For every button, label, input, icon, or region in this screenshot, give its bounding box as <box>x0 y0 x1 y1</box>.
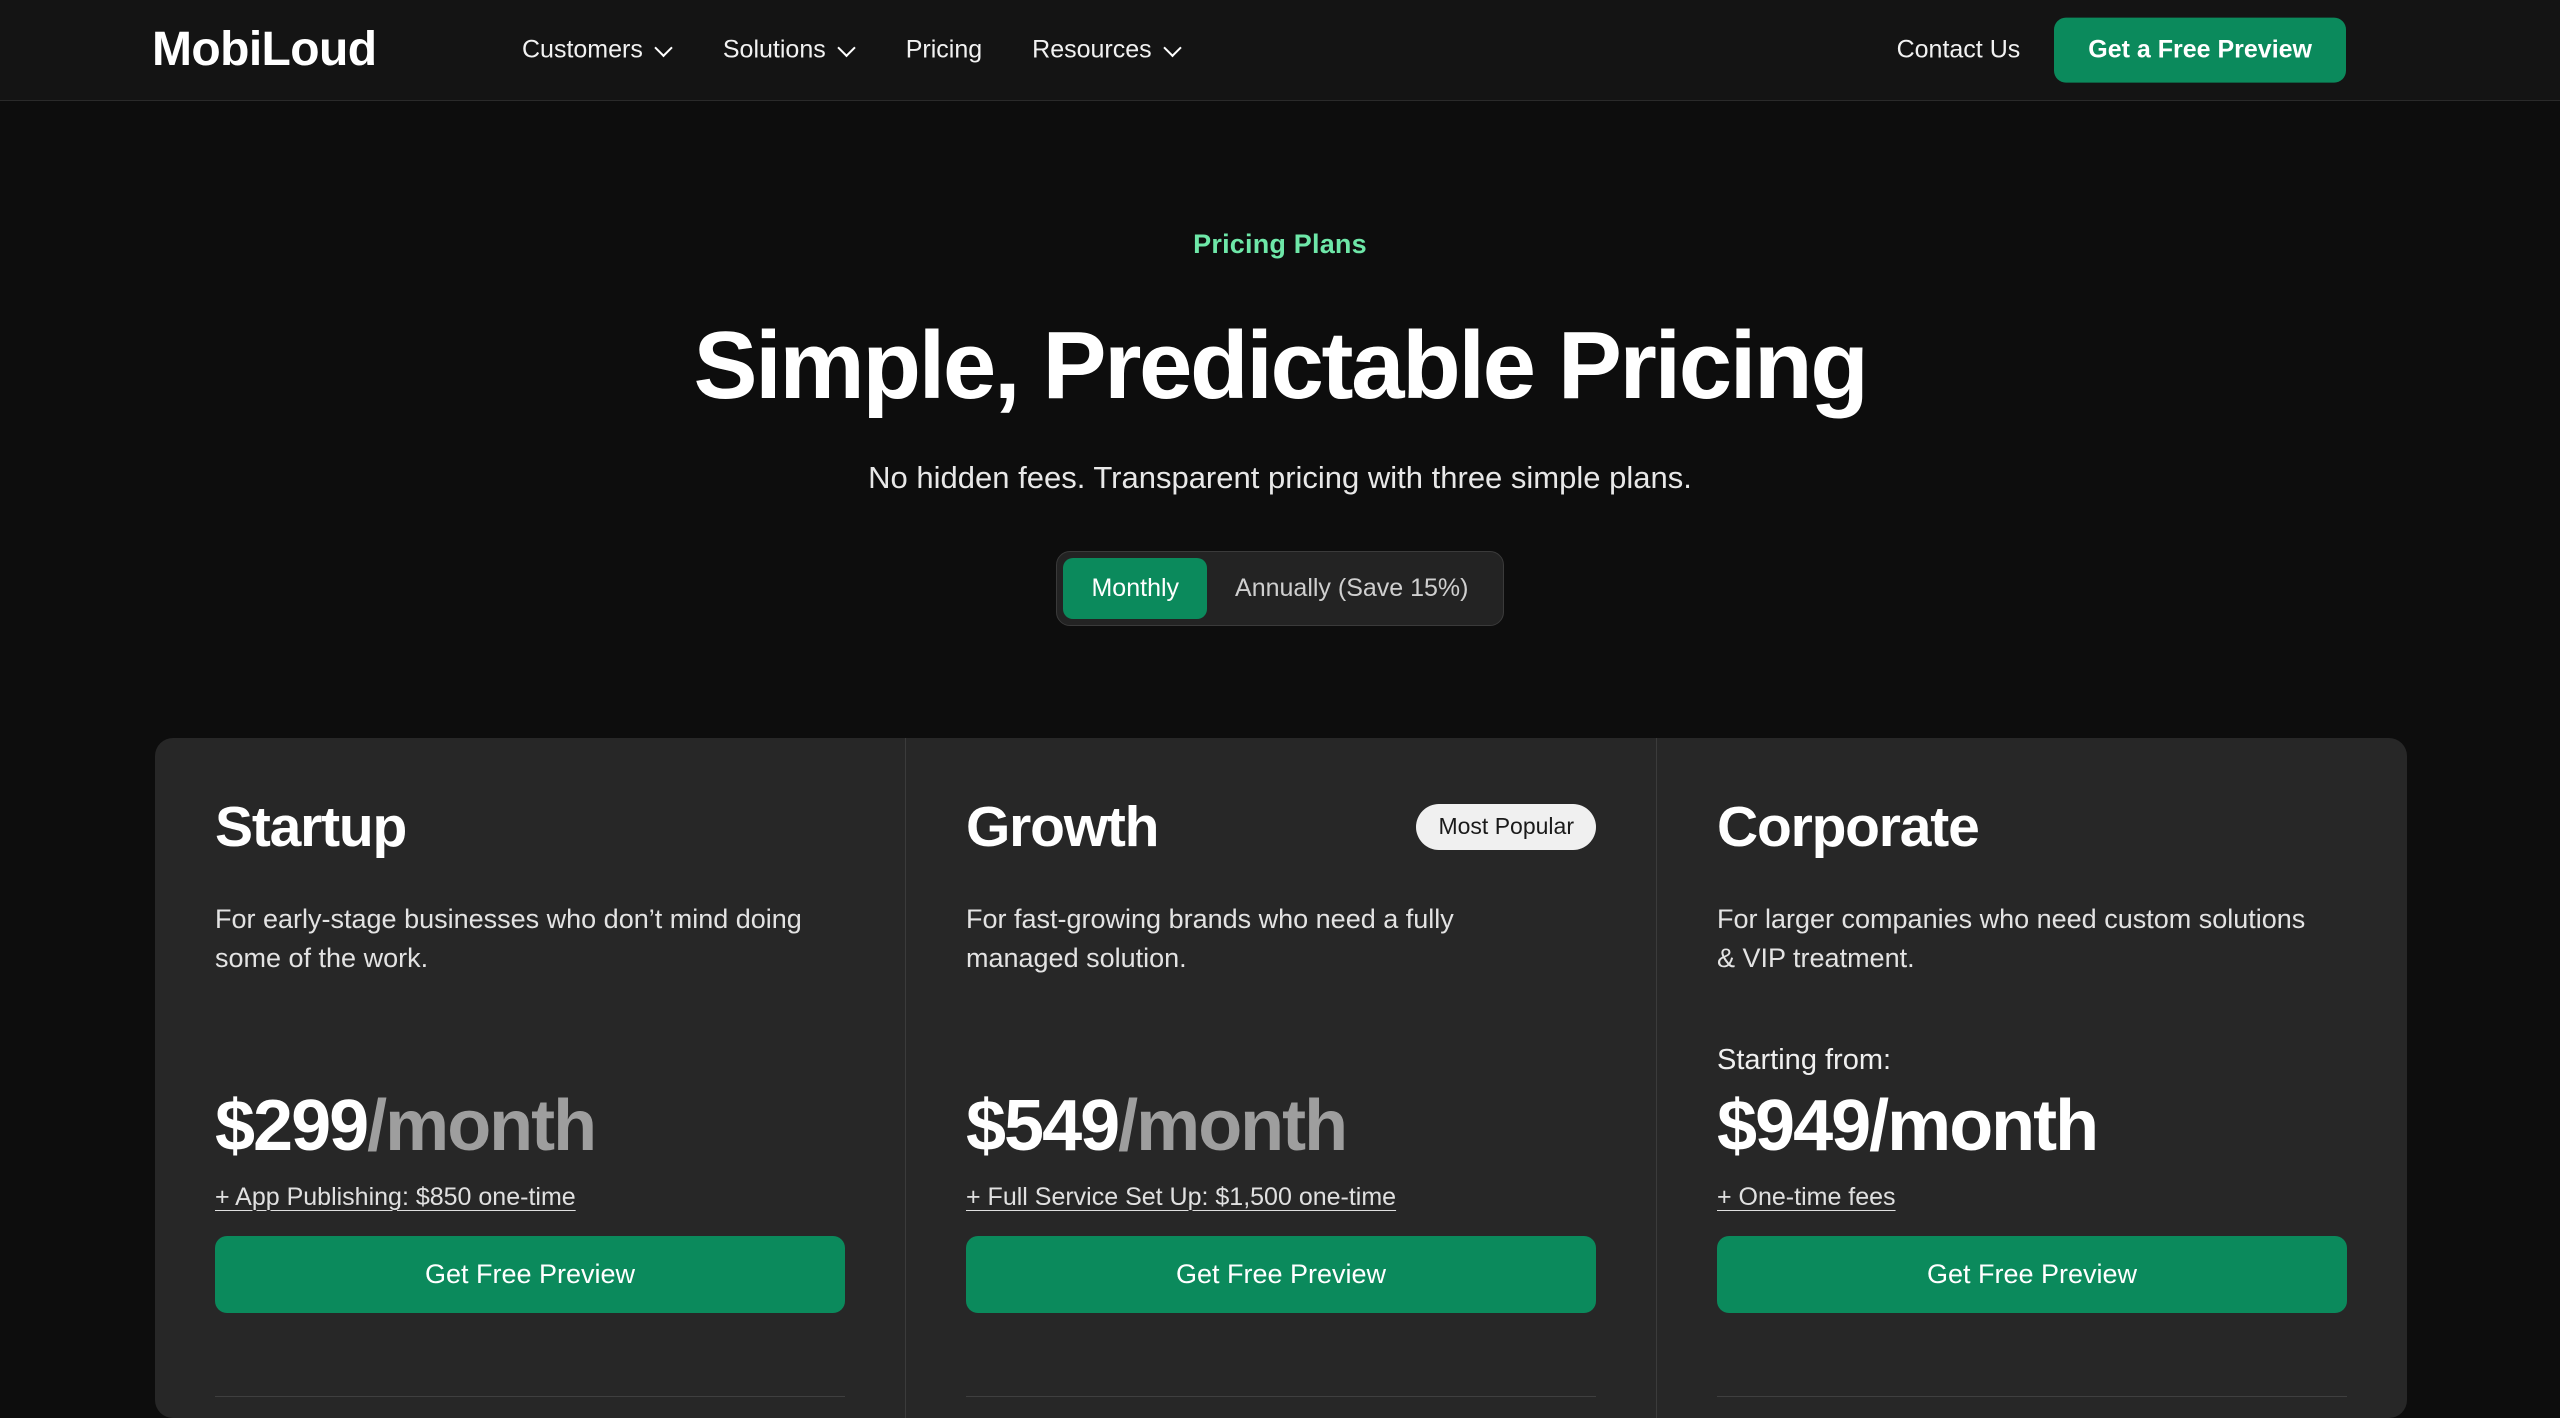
nav-right-actions: Contact Us Get a Free Preview <box>1897 17 2346 83</box>
pricing-card-corporate: Corporate For larger companies who need … <box>1656 738 2407 1418</box>
pricing-plans-eyebrow: Pricing Plans <box>1193 229 1367 259</box>
nav-item-pricing[interactable]: Pricing <box>906 36 982 65</box>
plan-name: Corporate <box>1717 794 1980 859</box>
nav-get-free-preview-button[interactable]: Get a Free Preview <box>2054 17 2346 83</box>
pricing-card-startup: Startup For early-stage businesses who d… <box>155 738 905 1418</box>
nav-item-customers[interactable]: Customers <box>522 36 673 65</box>
card-bottom-divider <box>1717 1396 2347 1397</box>
plan-price-period: /month <box>367 1086 597 1166</box>
plan-starting-from-label: Starting from: <box>1717 1044 1892 1076</box>
primary-nav-links: Customers Solutions Pricing Resources <box>522 36 1182 65</box>
plan-price: $949/month <box>1717 1086 2347 1167</box>
plan-price-period: /month <box>1869 1086 2099 1166</box>
nav-item-solutions[interactable]: Solutions <box>723 36 856 65</box>
most-popular-badge: Most Popular <box>1416 804 1596 850</box>
billing-period-toggle-wrapper: Monthly Annually (Save 15%) <box>0 550 2560 626</box>
plan-price-amount: $549 <box>966 1086 1120 1166</box>
plan-price-block: $299/month + App Publishing: $850 one-ti… <box>215 1086 845 1212</box>
plan-price-block: $949/month + One-time fees <box>1717 1086 2347 1212</box>
plan-name: Startup <box>215 794 407 859</box>
chevron-down-icon <box>656 40 673 57</box>
nav-item-resources-label: Resources <box>1032 35 1152 64</box>
plan-addon-note[interactable]: + One-time fees <box>1717 1183 1896 1212</box>
pricing-cards-container: Startup For early-stage businesses who d… <box>155 738 2407 1418</box>
hero-subtitle: No hidden fees. Transparent pricing with… <box>868 459 1692 495</box>
plan-description: For fast-growing brands who need a fully… <box>966 904 1454 974</box>
nav-contact-us-link[interactable]: Contact Us <box>1897 36 2021 65</box>
page-title: Simple, Predictable Pricing <box>693 312 1869 419</box>
nav-item-customers-label: Customers <box>522 35 643 64</box>
plan-cta-button[interactable]: Get Free Preview <box>1717 1236 2347 1314</box>
nav-item-resources[interactable]: Resources <box>1032 36 1182 65</box>
plan-description: For larger companies who need custom sol… <box>1717 904 2306 974</box>
mobiloud-logo[interactable]: MobiLoud <box>152 26 377 74</box>
plan-price-block: $549/month + Full Service Set Up: $1,500… <box>966 1086 1596 1212</box>
card-bottom-divider <box>966 1396 1596 1397</box>
pricing-card-header: Corporate <box>1717 796 2347 858</box>
top-navigation-bar: MobiLoud Customers Solutions Pricing Res… <box>0 0 2560 101</box>
plan-price-amount: $949 <box>1717 1086 1871 1166</box>
hero-section: Pricing Plans Simple, Predictable Pricin… <box>0 101 2560 626</box>
billing-period-toggle[interactable]: Monthly Annually (Save 15%) <box>1056 550 1504 626</box>
plan-price-period: /month <box>1118 1086 1348 1166</box>
chevron-down-icon <box>839 40 856 57</box>
nav-item-pricing-label: Pricing <box>905 35 983 64</box>
plan-name: Growth <box>966 794 1159 859</box>
pricing-card-growth: Growth Most Popular For fast-growing bra… <box>905 738 1656 1418</box>
plan-addon-note[interactable]: + App Publishing: $850 one-time <box>215 1183 576 1212</box>
chevron-down-icon <box>1165 40 1182 57</box>
card-bottom-divider <box>215 1396 845 1397</box>
plan-addon-note[interactable]: + Full Service Set Up: $1,500 one-time <box>966 1183 1396 1212</box>
plan-cta-button[interactable]: Get Free Preview <box>215 1236 845 1314</box>
plan-price: $299/month <box>215 1086 845 1167</box>
plan-price: $549/month <box>966 1086 1596 1167</box>
billing-toggle-monthly[interactable]: Monthly <box>1063 557 1208 619</box>
pricing-card-header: Startup <box>215 796 845 858</box>
billing-toggle-annually[interactable]: Annually (Save 15%) <box>1207 558 1496 619</box>
plan-price-amount: $299 <box>215 1086 369 1166</box>
pricing-card-header: Growth Most Popular <box>966 796 1596 858</box>
plan-description: For early-stage businesses who don’t min… <box>215 904 802 974</box>
nav-item-solutions-label: Solutions <box>722 35 826 64</box>
plan-cta-button[interactable]: Get Free Preview <box>966 1236 1596 1314</box>
